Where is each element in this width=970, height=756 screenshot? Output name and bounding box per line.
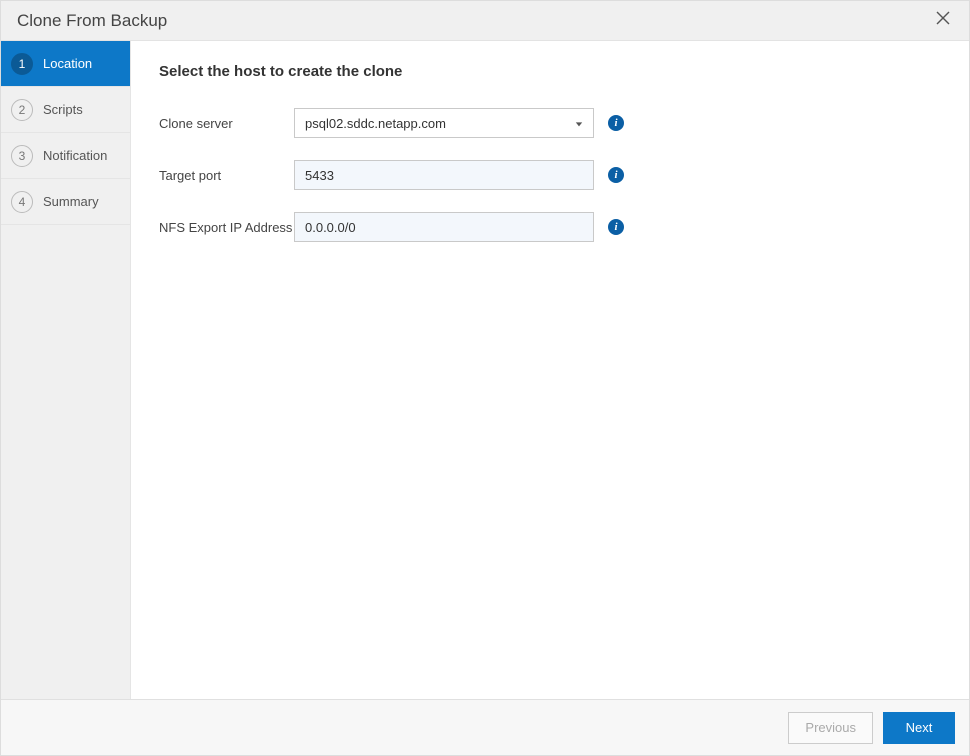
row-target-port: Target port i [159, 160, 941, 190]
nfs-export-control: i [294, 212, 624, 242]
target-port-label: Target port [159, 160, 294, 185]
clone-from-backup-dialog: Clone From Backup 1 Location 2 Scripts 3… [0, 0, 970, 756]
step-number: 2 [11, 99, 33, 121]
dialog-body: 1 Location 2 Scripts 3 Notification 4 Su… [1, 41, 969, 699]
step-summary[interactable]: 4 Summary [1, 179, 130, 225]
step-label: Summary [43, 194, 99, 209]
close-button[interactable] [931, 9, 955, 33]
target-port-input-wrap [294, 160, 594, 190]
step-number: 4 [11, 191, 33, 213]
next-button[interactable]: Next [883, 712, 955, 744]
info-icon[interactable]: i [608, 167, 624, 183]
content-panel: Select the host to create the clone Clon… [131, 41, 969, 699]
dialog-title: Clone From Backup [17, 11, 167, 31]
caret-down-icon [575, 116, 583, 131]
clone-server-label: Clone server [159, 108, 294, 133]
step-notification[interactable]: 3 Notification [1, 133, 130, 179]
previous-button: Previous [788, 712, 873, 744]
step-number: 1 [11, 53, 33, 75]
info-icon[interactable]: i [608, 115, 624, 131]
target-port-input[interactable] [305, 168, 583, 183]
step-location[interactable]: 1 Location [1, 41, 130, 87]
row-nfs-export: NFS Export IP Address i [159, 212, 941, 242]
page-heading: Select the host to create the clone [159, 63, 941, 80]
titlebar: Clone From Backup [1, 1, 969, 41]
dialog-footer: Previous Next [1, 699, 969, 755]
close-icon [936, 11, 950, 30]
clone-server-value: psql02.sddc.netapp.com [305, 116, 446, 131]
step-label: Location [43, 56, 92, 71]
step-label: Notification [43, 148, 107, 163]
nfs-export-input-wrap [294, 212, 594, 242]
wizard-sidebar: 1 Location 2 Scripts 3 Notification 4 Su… [1, 41, 131, 699]
step-scripts[interactable]: 2 Scripts [1, 87, 130, 133]
step-label: Scripts [43, 102, 83, 117]
row-clone-server: Clone server psql02.sddc.netapp.com i [159, 108, 941, 138]
target-port-control: i [294, 160, 624, 190]
nfs-export-input[interactable] [305, 220, 583, 235]
nfs-export-label: NFS Export IP Address [159, 212, 294, 237]
info-icon[interactable]: i [608, 219, 624, 235]
clone-server-select[interactable]: psql02.sddc.netapp.com [294, 108, 594, 138]
clone-server-control: psql02.sddc.netapp.com i [294, 108, 624, 138]
step-number: 3 [11, 145, 33, 167]
